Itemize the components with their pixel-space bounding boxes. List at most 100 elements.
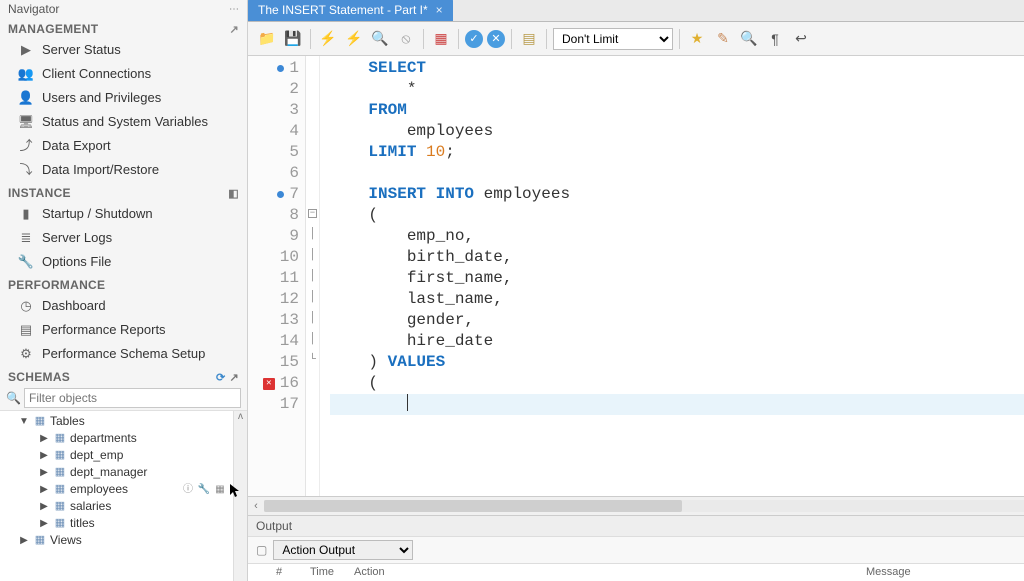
output-panel: Output ▢ Action Output # Time Action Mes… (248, 515, 1024, 581)
stop-button[interactable]: ⦸ (395, 28, 417, 50)
code-line[interactable]: last_name, (330, 289, 1024, 310)
beautify-button[interactable]: ✎ (712, 28, 734, 50)
grid-icon[interactable]: ▦ (213, 483, 227, 497)
instance-item-0[interactable]: ▮Startup / Shutdown (0, 202, 247, 226)
tree-node-tables[interactable]: ▼ ▦ Tables (0, 413, 247, 430)
code-line[interactable] (330, 394, 1024, 415)
code-line[interactable]: * (330, 79, 1024, 100)
code-line[interactable]: employees (330, 121, 1024, 142)
expand-icon[interactable]: ▶ (38, 447, 50, 464)
code-line[interactable]: gender, (330, 310, 1024, 331)
table-node-employees[interactable]: ▶▦employeesⓘ🔧▦ (0, 481, 247, 498)
performance-item-1[interactable]: ▤Performance Reports (0, 318, 247, 342)
code-line[interactable] (330, 163, 1024, 184)
scrollbar-thumb[interactable] (264, 500, 682, 512)
expand-icon[interactable]: ▶ (18, 532, 30, 549)
toggle-autocommit-button[interactable]: ▦ (430, 28, 452, 50)
expand-icon[interactable]: ↗ (229, 371, 239, 384)
management-item-3[interactable]: 🖥Status and System Variables (0, 110, 247, 134)
toggle-invisible-button[interactable]: ¶ (764, 28, 786, 50)
nav-item-label: Users and Privileges (42, 88, 161, 108)
management-item-2[interactable]: 👤Users and Privileges (0, 86, 247, 110)
toggle-limit-button[interactable]: ▤ (518, 28, 540, 50)
code-editor[interactable]: 123456789101112131415✕1617 −││││││└ SELE… (248, 56, 1024, 497)
limit-select[interactable]: Don't Limit (553, 28, 673, 50)
tab-close-icon[interactable]: × (436, 3, 443, 17)
code-line[interactable]: FROM (330, 100, 1024, 121)
management-item-4[interactable]: ⤴Data Export (0, 134, 247, 158)
explain-button[interactable]: 🔍 (369, 28, 391, 50)
line-number: 7 (289, 184, 299, 205)
code-line[interactable]: INSERT INTO employees (330, 184, 1024, 205)
output-type-select[interactable]: Action Output (273, 540, 413, 560)
scrollbar-track[interactable] (264, 500, 1024, 512)
code-line[interactable]: LIMIT 10; (330, 142, 1024, 163)
code-line[interactable]: ( (330, 373, 1024, 394)
commit-button[interactable]: ✓ (465, 30, 483, 48)
expand-icon[interactable]: ▶ (38, 498, 50, 515)
panel-expand-icon[interactable]: ↗ (229, 23, 239, 36)
code-line[interactable]: emp_no, (330, 226, 1024, 247)
save-button[interactable]: 💾 (282, 28, 304, 50)
code-content[interactable]: SELECT * FROM employees LIMIT 10; INSERT… (320, 56, 1024, 496)
search-button[interactable]: 🔍 (738, 28, 760, 50)
toolbar-separator (458, 29, 459, 49)
instance-header: INSTANCE ◧ (0, 182, 247, 202)
table-icon: ▦ (53, 449, 67, 463)
table-node-departments[interactable]: ▶▦departments (0, 430, 247, 447)
navigator-dropdown-icon[interactable]: ⋯ (229, 4, 239, 15)
expand-icon[interactable]: ▶ (38, 515, 50, 532)
favorite-button[interactable]: ★ (686, 28, 708, 50)
execute-current-button[interactable]: ⚡ (343, 28, 365, 50)
horizontal-scrollbar[interactable]: ‹ (248, 497, 1024, 515)
fold-toggle-icon[interactable]: − (308, 209, 317, 218)
tree-node-views[interactable]: ▶ ▦ Views (0, 532, 247, 549)
code-line[interactable]: birth_date, (330, 247, 1024, 268)
nav-item-label: Performance Reports (42, 320, 166, 340)
management-item-1[interactable]: 👥Client Connections (0, 62, 247, 86)
expand-icon[interactable]: ▶ (38, 481, 50, 498)
instance-item-2[interactable]: 🔧Options File (0, 250, 247, 274)
code-line[interactable]: ) VALUES (330, 352, 1024, 373)
management-item-5[interactable]: ⤵Data Import/Restore (0, 158, 247, 182)
export-icon: ⤴ (18, 138, 34, 154)
wrap-button[interactable]: ↩ (790, 28, 812, 50)
editor-tab[interactable]: The INSERT Statement - Part I* × (248, 0, 453, 21)
refresh-icon[interactable]: ⟳ (216, 371, 226, 384)
output-panel-title: Output (248, 516, 1024, 537)
execute-button[interactable]: ⚡ (317, 28, 339, 50)
info-icon[interactable]: ⓘ (181, 483, 195, 497)
error-marker-icon[interactable]: ✕ (263, 378, 275, 390)
code-line[interactable]: first_name, (330, 268, 1024, 289)
table-node-titles[interactable]: ▶▦titles (0, 515, 247, 532)
statement-marker-icon (277, 65, 284, 72)
rollback-button[interactable]: ✕ (487, 30, 505, 48)
expand-icon[interactable]: ▶ (38, 464, 50, 481)
table-node-dept_emp[interactable]: ▶▦dept_emp (0, 447, 247, 464)
performance-item-2[interactable]: ⚙Performance Schema Setup (0, 342, 247, 366)
fold-column[interactable]: −││││││└ (306, 56, 320, 496)
toolbar-separator (423, 29, 424, 49)
expand-icon[interactable]: ▶ (38, 430, 50, 447)
wrench-icon[interactable]: 🔧 (197, 483, 211, 497)
management-item-0[interactable]: ▶Server Status (0, 38, 247, 62)
code-line[interactable]: ( (330, 205, 1024, 226)
collapse-icon[interactable]: ▼ (18, 413, 30, 430)
line-number: 6 (289, 163, 299, 184)
open-file-button[interactable]: 📁 (256, 28, 278, 50)
line-number: 4 (289, 121, 299, 142)
performance-item-0[interactable]: ◷Dashboard (0, 294, 247, 318)
line-number: 5 (289, 142, 299, 163)
code-line[interactable]: SELECT (330, 58, 1024, 79)
scroll-left-icon[interactable]: ‹ (248, 500, 264, 512)
table-node-salaries[interactable]: ▶▦salaries (0, 498, 247, 515)
output-view-icon[interactable]: ▢ (256, 543, 267, 557)
instance-item-1[interactable]: ≣Server Logs (0, 226, 247, 250)
table-node-dept_manager[interactable]: ▶▦dept_manager (0, 464, 247, 481)
statement-marker-icon (277, 191, 284, 198)
import-icon: ⤵ (18, 162, 34, 178)
scroll-up-icon[interactable]: ʌ (234, 411, 247, 422)
filter-objects-input[interactable] (24, 388, 241, 408)
instance-header-label: INSTANCE (8, 186, 71, 200)
code-line[interactable]: hire_date (330, 331, 1024, 352)
